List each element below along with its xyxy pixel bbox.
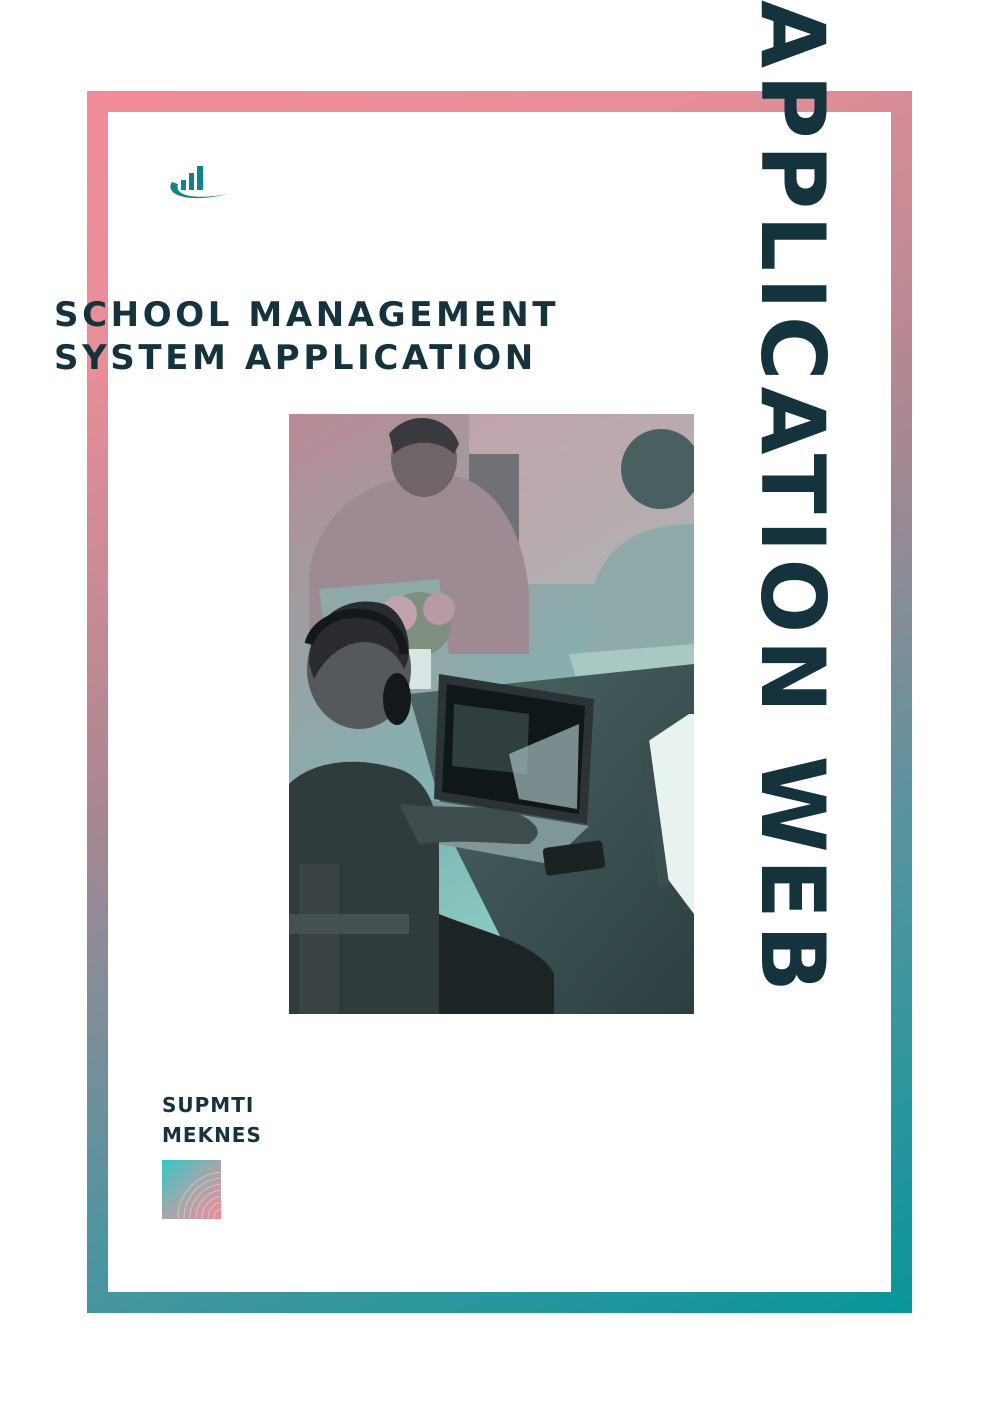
vertical-title: APPLICATION WEB (741, 0, 844, 998)
decorative-contour-swatch (162, 1160, 221, 1219)
document-title: SCHOOL MANAGEMENT SYSTEM APPLICATION (54, 294, 559, 380)
institution-line-1: SUPMTI (162, 1093, 255, 1117)
document-title-line-1: SCHOOL MANAGEMENT (54, 295, 560, 335)
institution-name: SUPMTI MEKNES (162, 1090, 262, 1150)
institution-line-2: MEKNES (162, 1123, 262, 1147)
bar-chart-logo-icon (164, 160, 232, 204)
cover-page: SCHOOL MANAGEMENT SYSTEM APPLICATION APP… (0, 0, 1000, 1409)
document-title-line-2: SYSTEM APPLICATION (54, 338, 537, 378)
students-at-laptops-photo (289, 414, 694, 1014)
vertical-title-area: APPLICATION WEB (741, 0, 844, 1115)
